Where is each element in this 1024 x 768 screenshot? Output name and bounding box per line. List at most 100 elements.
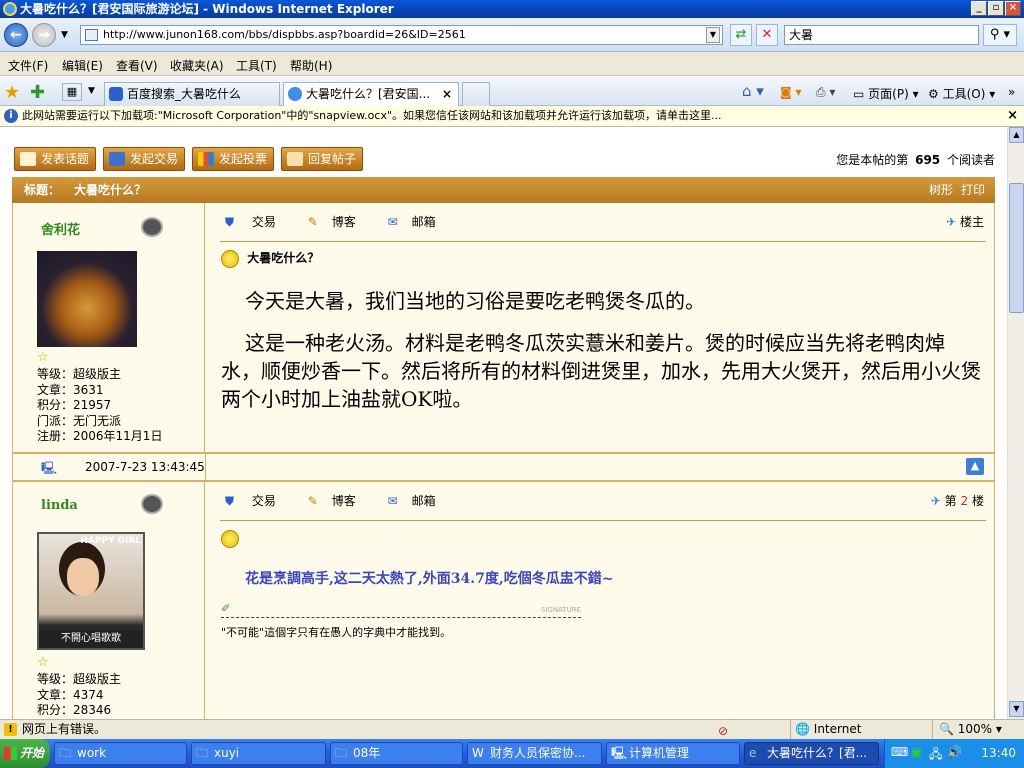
home-icon[interactable]: ⌂ ▾ [742,82,764,100]
warning-icon[interactable]: ! [4,723,17,736]
taskbar-item-label: xuyi [214,746,240,760]
vertical-scrollbar[interactable]: ▲ ▼ [1007,127,1024,719]
print-icon[interactable]: ⎙ ▾ [816,85,835,100]
add-favorites-icon[interactable]: ✚ [30,82,45,103]
post-1-mail-link[interactable]: ✉ 邮箱 [388,215,450,229]
post-1-joined: 注册：2006年11月1日 [37,429,163,443]
windows-logo-icon [4,747,17,760]
post-2-user-info: 等级：超级版主 文章：4374 积分：28346 [37,672,121,719]
post-1-level: 等级：超级版主 [37,367,122,381]
close-button[interactable]: × [1005,1,1021,16]
minimize-button[interactable]: _ [971,1,987,16]
scroll-thumb[interactable] [1009,183,1024,313]
thread-title: 大暑吃什么？ [74,183,147,197]
new-tab-button[interactable] [462,82,490,106]
search-button[interactable]: ⚲ ▾ [983,24,1017,46]
tab-baidu[interactable]: 百度搜索_大暑吃什么 [104,82,280,106]
menu-edit[interactable]: 编辑(E) [62,57,103,74]
menu-favorites[interactable]: 收藏夹(A) [170,57,224,74]
menu-view[interactable]: 查看(V) [116,57,158,74]
new-poll-button[interactable]: 发起投票 [192,147,275,171]
mail-icon: ✉ [387,494,398,508]
menu-help[interactable]: 帮助(H) [290,57,332,74]
post-2-blog-link[interactable]: ✎ 博客 [308,494,370,508]
tray-app-icon[interactable]: ▣ [911,745,922,759]
post-2-mail-link[interactable]: ✉ 邮箱 [388,494,450,508]
tab-current[interactable]: 大暑吃什么？[君安国... × [283,82,459,106]
post-1-points: 积分：21957 [37,398,112,412]
security-zone[interactable]: 🌐 Internet [790,720,861,739]
quick-tabs-icon[interactable]: ▦ [62,83,82,101]
forward-button[interactable]: → [32,23,56,47]
infobar-close-icon[interactable]: × [1007,106,1018,126]
menu-file[interactable]: 文件(F) [8,57,48,74]
post-2-post-count: 文章：4374 [37,687,104,702]
search-input[interactable]: 大暑 [784,25,979,45]
address-input[interactable]: http://www.junon168.com/bbs/dispbbs.asp?… [80,25,723,45]
ip-computer-icon[interactable]: 🖳 [41,459,57,480]
volume-icon[interactable]: 🔊 [947,745,962,759]
signature-label: SIGNATURE [540,606,581,614]
mail-label: 邮箱 [411,215,436,229]
post-1-trade-link[interactable]: ⛊ 交易 [225,215,290,229]
reply-button[interactable]: 回复帖子 [281,147,364,171]
history-dropdown-icon[interactable]: ▼ [61,30,68,40]
page-menu-button[interactable]: ▭ 页面(P) ▾ [853,85,919,102]
post-1-post-count: 文章：3631 [37,382,104,397]
refresh-button[interactable]: ⇄ [730,24,752,46]
new-topic-label: 发表话题 [41,152,90,166]
reader-count-suffix: 个阅读者 [946,153,995,167]
taskbar-item-ie[interactable]: e 大暑吃什么？[君... [744,742,879,765]
network-icon[interactable]: 🖧 [929,745,942,766]
reader-count-prefix: 您是本帖的第 [836,153,909,167]
tools-menu-button[interactable]: ⚙ 工具(O) ▾ [928,85,995,102]
post-2-trade-link[interactable]: ⛊ 交易 [225,494,290,508]
computer-management-icon: 🖳 [611,746,628,760]
maximize-button[interactable]: ▫ [988,1,1004,16]
blog-icon: ✎ [307,215,318,229]
back-to-top-icon[interactable]: ▲ [966,458,984,475]
post-1-username[interactable]: 舍利花 [41,219,80,238]
scroll-up-icon[interactable]: ▲ [1009,127,1024,143]
menu-tools[interactable]: 工具(T) [236,57,277,74]
address-url-text: http://www.junon168.com/bbs/dispbbs.asp?… [103,28,466,41]
post-1-footer: 🖳 2007-7-23 13:43:45 ▲ [12,453,995,481]
info-icon: i [4,109,18,123]
tree-view-link[interactable]: 树形 [929,177,953,203]
floor-icon: ✈ [946,215,957,229]
information-bar[interactable]: i 此网站需要运行以下加载项:"Microsoft Corporation"中的… [0,106,1024,127]
new-trade-button[interactable]: 发起交易 [103,147,186,171]
clock[interactable]: 13:40 [981,746,1016,760]
taskbar-item-word-doc[interactable]: W 财务人员保密协... [467,742,602,765]
taskbar-item-08[interactable]: 🗀 08年 [330,742,463,765]
print-link[interactable]: 打印 [961,177,985,203]
keyboard-icon[interactable]: ⌨ [891,745,908,759]
toolbar-overflow-icon[interactable]: » [1008,85,1015,99]
post-2-username[interactable]: linda [41,498,78,513]
start-button[interactable]: 开始 [0,739,50,768]
taskbar-item-work[interactable]: 🗀 work [54,742,187,765]
trade-label: 交易 [251,215,276,229]
address-dropdown-icon[interactable]: ▼ [706,27,720,43]
back-button[interactable]: ← [4,23,28,47]
tab-list-dropdown-icon[interactable]: ▼ [88,86,95,96]
post-1-blog-link[interactable]: ✎ 博客 [308,215,370,229]
stop-button[interactable]: ✕ [756,24,778,46]
taskbar-item-label: work [77,746,107,760]
feeds-icon[interactable]: ◙ ▾ [780,85,801,99]
rank-star-icon: ☆ [37,350,49,365]
zoom-control[interactable]: 🔍 100% ▾ [932,720,1002,739]
status-text[interactable]: 网页上有错误。 [22,720,106,739]
new-topic-button[interactable]: 发表话题 [14,147,97,171]
thread-header: 标题： 大暑吃什么？ 树形 打印 [12,177,995,203]
tab-close-icon[interactable]: × [442,83,452,105]
ie-logo-icon [3,2,17,16]
post-2: linda HAPPY GIRL 不開心唱歌歌 ☆ 等级：超级版主 文章：437… [12,481,995,719]
taskbar-item-computer-management[interactable]: 🖳 计算机管理 [606,742,740,765]
favorites-star-icon[interactable]: ★ [4,82,20,103]
post-1: 舍利花 ☆ 等级：超级版主 文章：3631 积分：21957 门派：无门无派 注… [12,203,995,453]
scroll-down-icon[interactable]: ▼ [1009,701,1024,717]
ie-icon: e [749,746,757,760]
post-2-avatar: HAPPY GIRL 不開心唱歌歌 [37,532,145,650]
taskbar-item-xuyi[interactable]: 🗀 xuyi [191,742,326,765]
